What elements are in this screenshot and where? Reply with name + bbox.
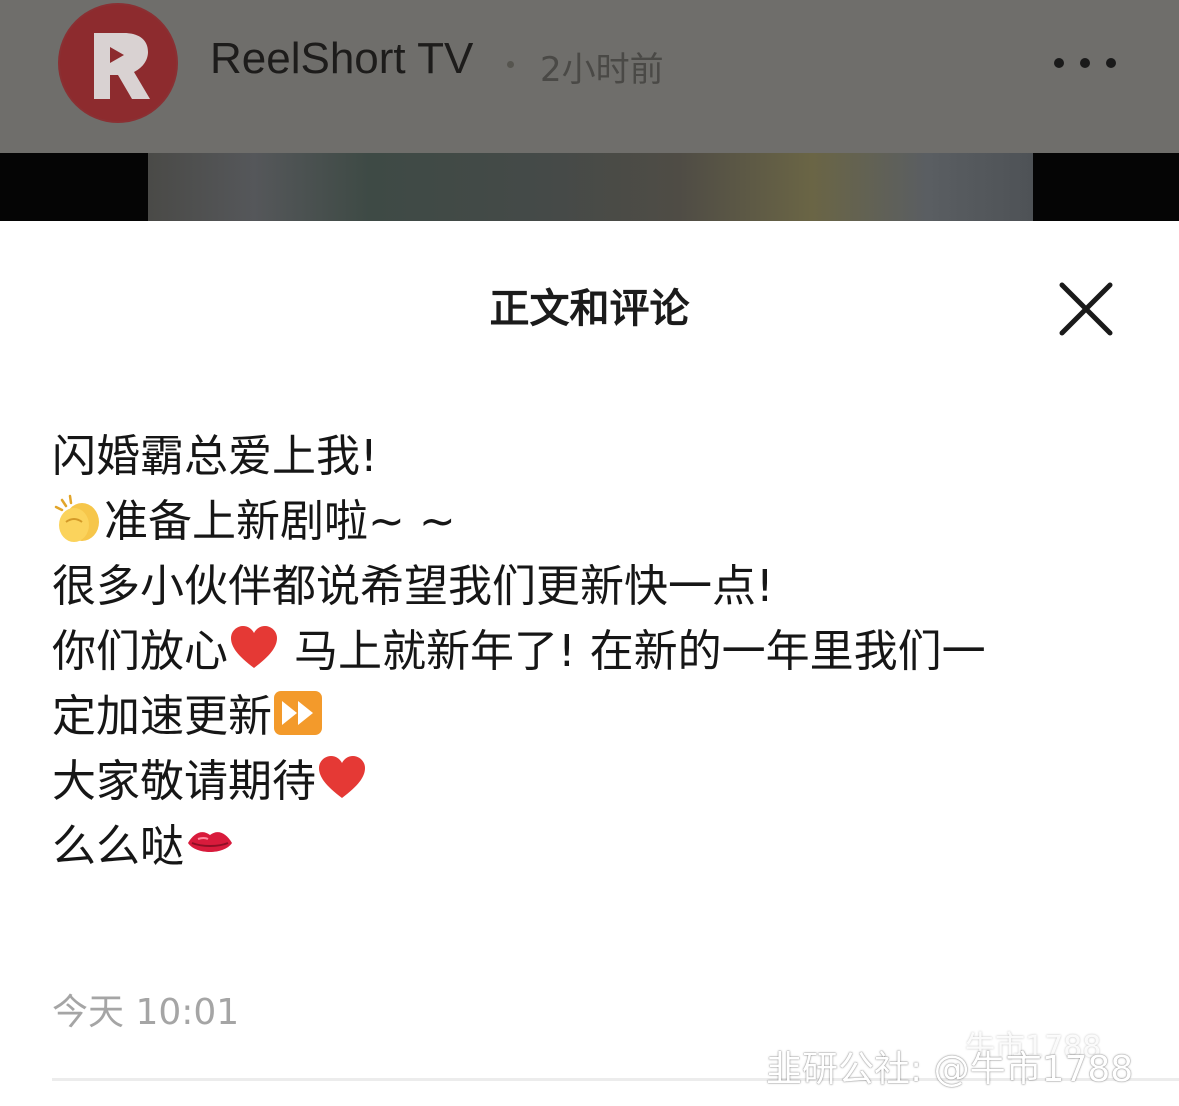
- more-options-icon[interactable]: [1048, 54, 1122, 70]
- post-timestamp: 今天 10:01: [52, 992, 240, 1033]
- account-avatar[interactable]: [58, 3, 178, 123]
- kiss-mark-icon: [188, 832, 232, 852]
- post-time: 2小时前: [540, 50, 664, 90]
- fast-forward-icon: [274, 691, 322, 735]
- separator-dot: [507, 61, 514, 68]
- post-line: 大家敬请期待: [52, 749, 1152, 814]
- post-text: 很多小伙伴都说希望我们更新快一点!: [52, 561, 774, 612]
- post-line: 闪婚霸总爱上我!: [52, 424, 1152, 489]
- post-text: 你们放心: [52, 626, 228, 677]
- post-text: 马上就新年了! 在新的一年里我们一: [280, 626, 986, 677]
- sheet-title: 正文和评论: [489, 286, 690, 332]
- close-icon: [1059, 282, 1113, 336]
- screen: ReelShort TV 2小时前 正文和评论 闪婚霸总爱上我! 准备上新剧啦~…: [0, 0, 1179, 1106]
- post-text: 么么哒: [52, 821, 184, 872]
- red-heart-icon: [231, 626, 277, 668]
- post-text: 闪婚霸总爱上我!: [52, 431, 378, 482]
- post-line: 很多小伙伴都说希望我们更新快一点!: [52, 554, 1152, 619]
- watermark: 韭研公社: @牛市1788: [766, 1049, 1134, 1090]
- red-heart-icon: [319, 756, 365, 798]
- post-line: 定加速更新: [52, 684, 1152, 749]
- reelshort-logo-icon: [60, 5, 176, 121]
- background-post-header: ReelShort TV 2小时前: [0, 0, 1179, 153]
- post-text: 定加速更新: [52, 691, 272, 742]
- post-text: 大家敬请期待: [52, 756, 316, 807]
- post-line: 准备上新剧啦~ ~: [52, 489, 1152, 554]
- background-video-strip: [0, 153, 1179, 221]
- account-name[interactable]: ReelShort TV: [210, 34, 473, 84]
- post-body: 闪婚霸总爱上我! 准备上新剧啦~ ~ 很多小伙伴都说希望我们更新快一点! 你们放…: [52, 424, 1152, 879]
- post-detail-sheet: 正文和评论 闪婚霸总爱上我! 准备上新剧啦~ ~ 很多小伙伴都说希望我们更新快一…: [0, 221, 1179, 1106]
- post-line: 你们放心 马上就新年了! 在新的一年里我们一: [52, 619, 1152, 684]
- post-text: 准备上新剧啦~ ~: [104, 496, 456, 547]
- post-line: 么么哒: [52, 814, 1152, 879]
- video-thumbnail: [148, 153, 1033, 221]
- clapping-hands-icon: [54, 494, 99, 542]
- close-button[interactable]: [1054, 277, 1118, 341]
